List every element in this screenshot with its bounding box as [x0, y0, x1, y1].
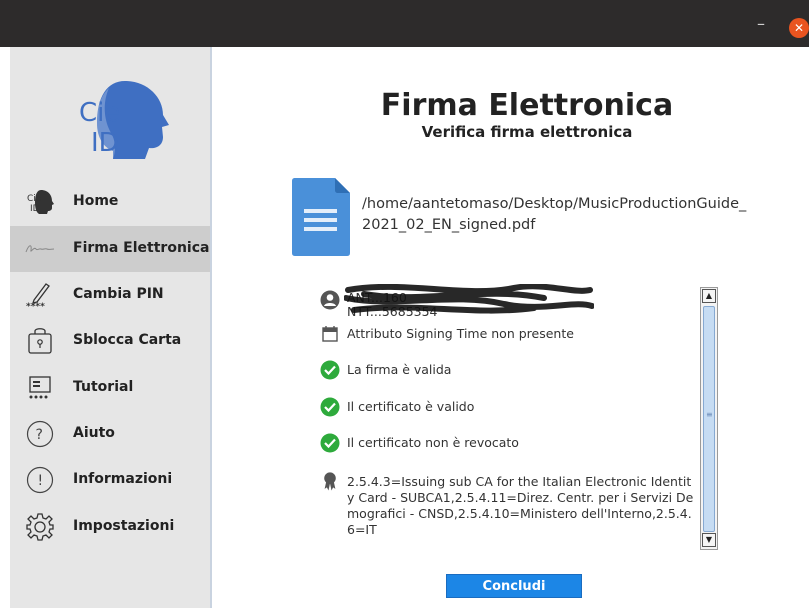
page-subtitle: Verifica firma elettronica — [421, 123, 633, 141]
info-icon: ! — [24, 464, 56, 496]
signing-time-text: Attributo Signing Time non presente — [347, 326, 574, 341]
minimize-button[interactable]: – — [757, 16, 765, 32]
cieid-logo: Cie ID — [79, 81, 169, 159]
redaction-scribble — [344, 284, 594, 314]
check-icon — [320, 360, 340, 380]
sidebar-item-label: Informazioni — [73, 471, 173, 487]
svg-text:ID: ID — [30, 204, 40, 214]
calendar-icon — [322, 326, 338, 342]
sidebar-item-label: Impostazioni — [73, 518, 175, 534]
sidebar-item-informazioni[interactable]: ! Informazioni — [10, 457, 210, 503]
svg-text:!: ! — [38, 473, 44, 489]
sidebar-item-label: Firma Elettronica — [73, 240, 210, 256]
sidebar: Cie ID Cie ID Home Firma Elettronica ***… — [10, 47, 212, 608]
file-path: /home/aantetomaso/Desktop/MusicProductio… — [362, 196, 747, 233]
certificate-badge-icon — [324, 472, 336, 491]
close-button[interactable]: ✕ — [789, 18, 809, 38]
scroll-down-button[interactable]: ▼ — [702, 533, 716, 547]
sidebar-item-sblocca-carta[interactable]: Sblocca Carta — [10, 318, 210, 364]
document-icon — [292, 178, 350, 256]
svg-text:Cie: Cie — [27, 194, 42, 204]
sidebar-item-cambia-pin[interactable]: **** Cambia PIN — [10, 272, 210, 318]
signature-valid-text: La firma è valida — [347, 362, 452, 377]
sidebar-item-label: Tutorial — [73, 379, 134, 395]
svg-text:****: **** — [26, 302, 45, 310]
tutorial-icon — [24, 372, 56, 404]
logo-text-cie: Cie — [79, 98, 120, 128]
check-icon — [320, 397, 340, 417]
window-titlebar: – ✕ — [0, 0, 809, 47]
issuer-text: 2.5.4.3=Issuing sub CA for the Italian E… — [347, 474, 694, 537]
cie-icon: Cie ID — [24, 186, 56, 218]
page-title: Firma Elettronica — [380, 88, 674, 123]
sidebar-item-label: Home — [73, 193, 119, 209]
details-scrollbar[interactable]: ▲ ≡ ▼ — [700, 287, 718, 550]
gear-icon — [24, 511, 56, 543]
scroll-thumb[interactable]: ≡ — [703, 306, 715, 532]
signature-details-panel: ANT...160 NTT...5685354 Attributo Signin… — [316, 284, 700, 552]
sidebar-item-impostazioni[interactable]: Impostazioni — [10, 504, 210, 550]
signature-icon — [24, 233, 56, 265]
sidebar-item-aiuto[interactable]: ? Aiuto — [10, 411, 210, 457]
sidebar-item-label: Aiuto — [73, 425, 115, 441]
logo-text-id: ID — [91, 128, 119, 158]
unlock-card-icon — [24, 325, 56, 357]
sidebar-item-tutorial[interactable]: Tutorial — [10, 365, 210, 411]
sidebar-item-home[interactable]: Cie ID Home — [10, 179, 210, 225]
certificate-valid-text: Il certificato è valido — [347, 399, 475, 414]
sidebar-item-label: Cambia PIN — [73, 286, 164, 302]
grip-icon: ≡ — [706, 410, 713, 419]
sidebar-item-firma-elettronica[interactable]: Firma Elettronica — [10, 226, 210, 272]
conclude-button[interactable]: Concludi — [446, 574, 582, 598]
user-icon — [320, 290, 340, 310]
certificate-not-revoked-text: Il certificato non è revocato — [347, 435, 519, 450]
check-icon — [320, 433, 340, 453]
scroll-up-button[interactable]: ▲ — [702, 289, 716, 303]
sidebar-item-label: Sblocca Carta — [73, 332, 182, 348]
pen-pin-icon: **** — [24, 279, 56, 311]
svg-text:?: ? — [36, 427, 43, 443]
help-icon: ? — [24, 418, 56, 450]
